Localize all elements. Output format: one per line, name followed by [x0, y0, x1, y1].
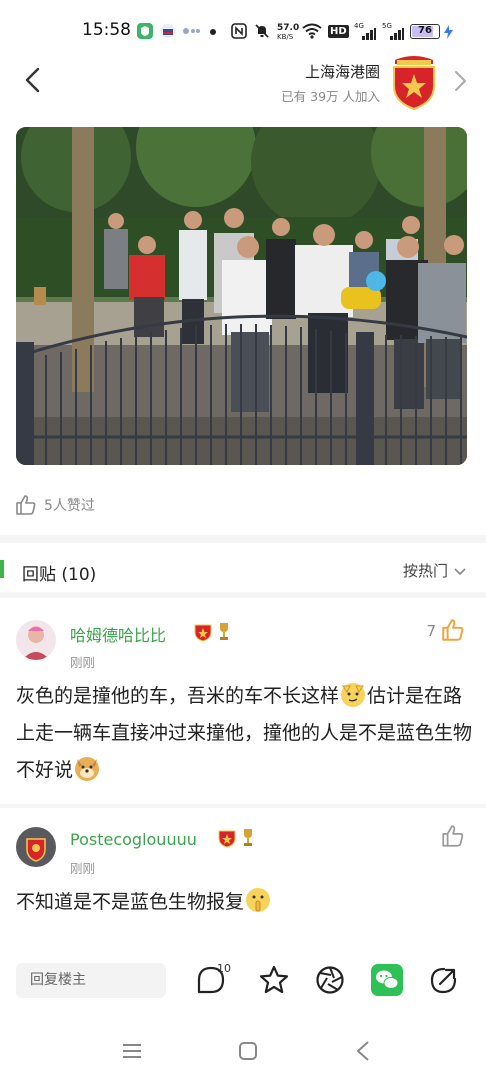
- network-speed-value: 57.0: [277, 23, 300, 33]
- sort-dropdown[interactable]: 按热门: [403, 560, 468, 581]
- status-bar: 15:58 57.0 KB/S HD 4G 5G 76: [0, 0, 486, 48]
- nfc-icon: [231, 23, 247, 39]
- network-speed-unit: KB/S: [277, 33, 294, 41]
- hd-icon: HD: [328, 25, 349, 38]
- signal-icon-1: [362, 28, 376, 40]
- user-badges: [218, 828, 254, 848]
- reply-input[interactable]: 回复楼主: [16, 963, 166, 998]
- sort-label: 按热门: [402, 562, 448, 580]
- trophy-badge-icon: [244, 829, 252, 846]
- back-arrow-icon[interactable]: [18, 64, 50, 96]
- comment-text: 不知道是不是蓝色生物报复: [16, 884, 476, 921]
- comment-item[interactable]: Postecoglouuuu 刚刚 不知道是不是蓝色生物报复: [0, 808, 486, 938]
- commenter-name[interactable]: 哈姆德哈比比: [70, 622, 166, 646]
- replies-header: 回贴 (10) 按热门: [0, 550, 486, 590]
- thumbs-up-icon[interactable]: [440, 823, 466, 849]
- comment-time: 刚刚: [70, 655, 96, 670]
- group-member-count: 已有 39万 人加入: [281, 89, 380, 104]
- chevron-down-icon: [454, 567, 466, 575]
- group-name[interactable]: 上海海港圈: [305, 61, 380, 82]
- street-scene-image: [16, 127, 467, 465]
- section-divider: [0, 535, 486, 543]
- comment-item[interactable]: 哈姆德哈比比 刚刚 7 灰色的是撞他的车，吾米的车不长这样 估计是在路上走一辆车直…: [0, 600, 486, 800]
- comment-text-content: 不知道是不是蓝色生物报复: [16, 891, 245, 913]
- post-likes[interactable]: 5人赞过: [14, 493, 95, 517]
- commenter-name[interactable]: Postecoglouuuu: [70, 830, 197, 849]
- club-logo-icon[interactable]: [389, 54, 439, 110]
- smirk-emoji-icon: [341, 683, 366, 707]
- comment-text-part-1: 灰色的是撞他的车，吾米的车不长这样: [16, 685, 340, 707]
- app-notification-icon: [137, 23, 153, 39]
- comment-time: 刚刚: [70, 861, 96, 876]
- avatar[interactable]: [16, 620, 56, 660]
- wifi-icon: [302, 23, 322, 39]
- post-photo[interactable]: [16, 127, 467, 465]
- divider: [0, 592, 486, 598]
- status-time: 15:58: [82, 20, 131, 40]
- camera-aperture-icon[interactable]: [314, 964, 346, 996]
- comment-like-count: 7: [426, 622, 436, 640]
- chevron-right-icon[interactable]: [450, 68, 470, 94]
- thumbs-up-icon: [16, 495, 36, 515]
- mute-bell-icon: [255, 24, 269, 38]
- section-marker: [0, 560, 4, 578]
- avatar[interactable]: [16, 827, 56, 867]
- likes-count: 5人赞过: [44, 498, 95, 514]
- group-header: 上海海港圈 已有 39万 人加入: [0, 48, 486, 118]
- weather-icon: [183, 28, 200, 34]
- app-notification-icon-2: [161, 24, 175, 38]
- bottom-action-bar: 回复楼主 10: [0, 950, 486, 1012]
- signal-icon-2: [390, 28, 404, 40]
- share-icon[interactable]: [428, 964, 460, 996]
- comment-count-badge: 10: [217, 962, 231, 975]
- replies-title: 回贴 (10): [22, 565, 97, 585]
- dot-icon: [210, 29, 216, 35]
- user-badges: [194, 622, 230, 642]
- comment-text: 灰色的是撞他的车，吾米的车不长这样 估计是在路上走一辆车直接冲过来撞他，撞他的人是…: [16, 678, 476, 789]
- back-icon[interactable]: [352, 1040, 374, 1062]
- charging-icon: [444, 25, 453, 39]
- system-nav-bar: [0, 1030, 486, 1080]
- doge-emoji-icon: [75, 757, 100, 781]
- club-badge-icon: [194, 624, 212, 642]
- shush-emoji-icon: [246, 888, 271, 912]
- home-icon[interactable]: [237, 1040, 259, 1062]
- menu-icon[interactable]: [121, 1040, 143, 1062]
- battery-icon: 76: [410, 24, 440, 39]
- star-icon[interactable]: [258, 964, 290, 996]
- club-badge-icon: [218, 830, 236, 848]
- battery-percent: 76: [418, 25, 432, 36]
- thumbs-up-icon[interactable]: [440, 617, 466, 643]
- wechat-share-icon[interactable]: [371, 964, 403, 996]
- trophy-badge-icon: [220, 623, 228, 640]
